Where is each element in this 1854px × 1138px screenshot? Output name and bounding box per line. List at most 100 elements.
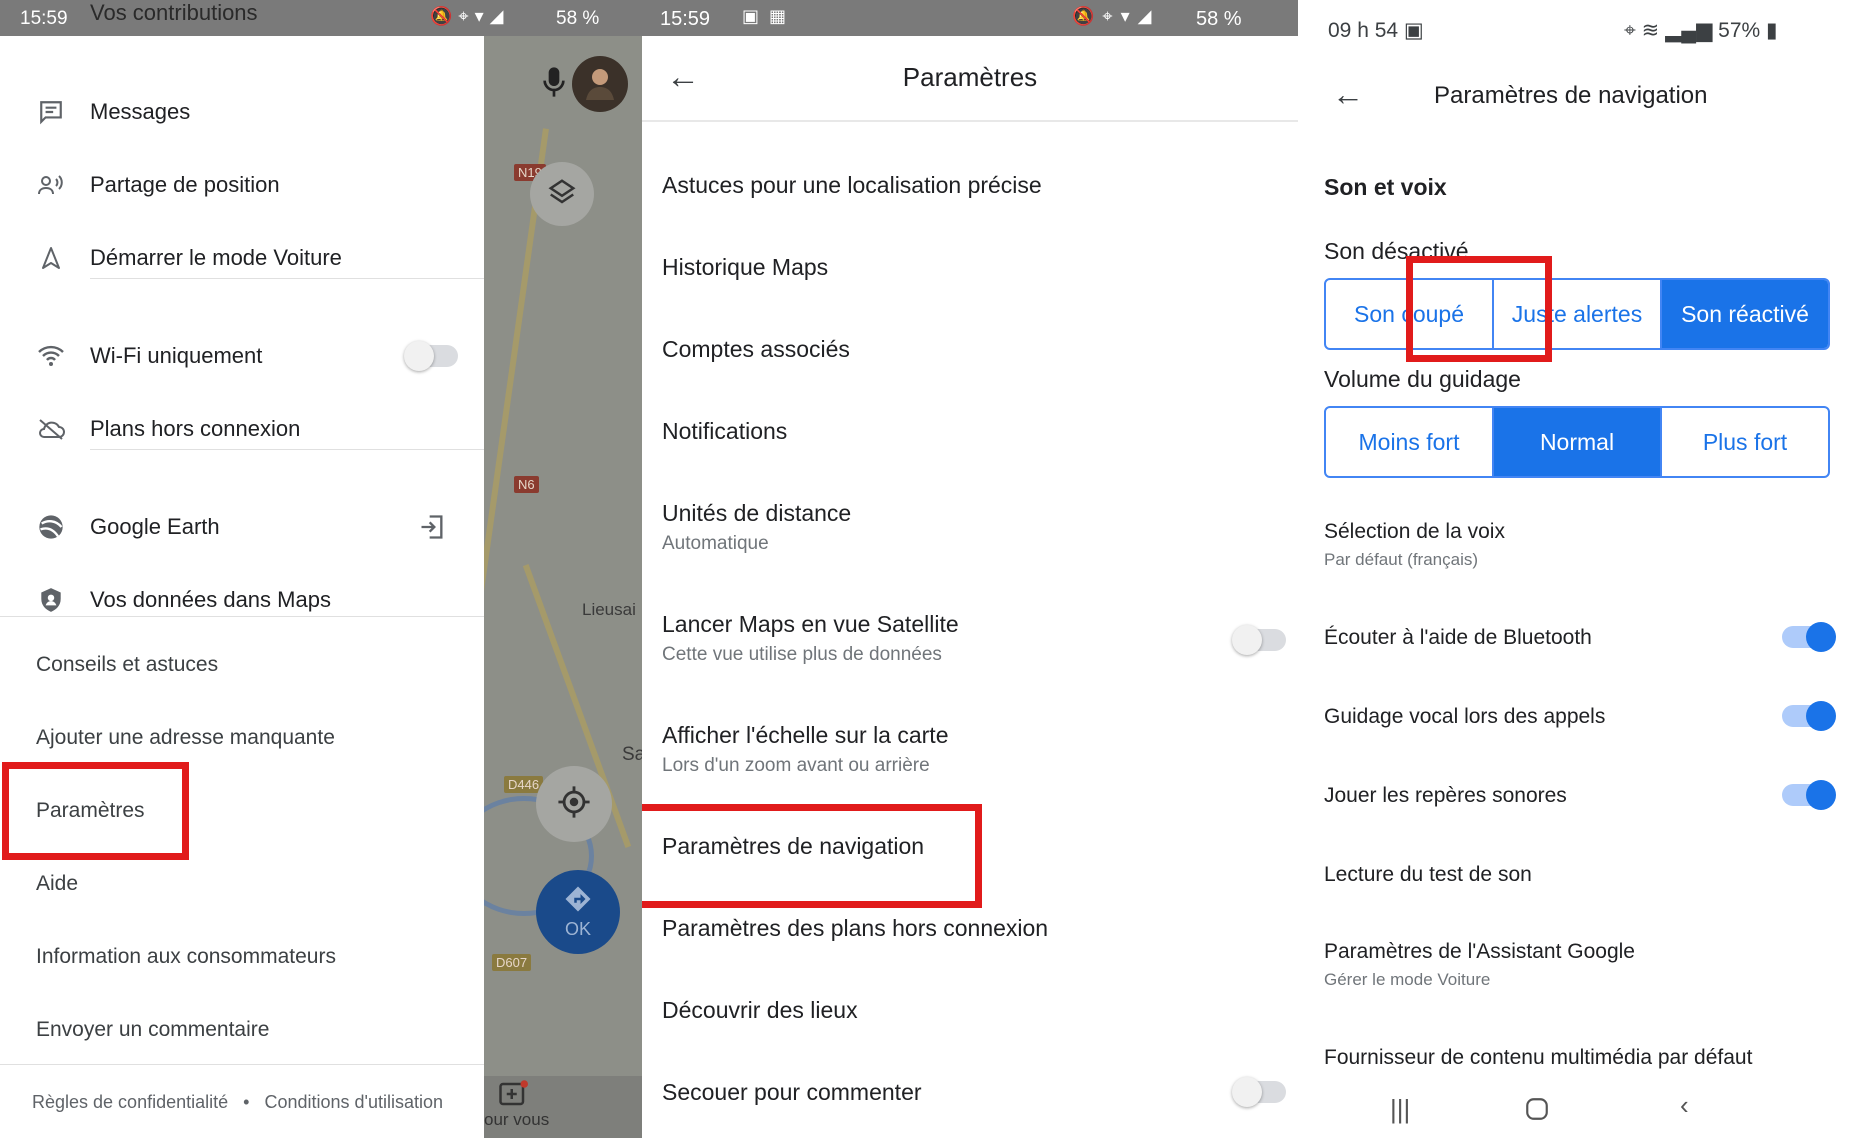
menu-item-help[interactable]: Aide: [36, 872, 78, 896]
setting-google-assistant[interactable]: Paramètres de l'Assistant Google Gérer l…: [1324, 940, 1830, 990]
voice-selection-subtitle: Par défaut (français): [1324, 550, 1479, 569]
shake-feedback-toggle[interactable]: [1232, 1077, 1286, 1107]
setting-sound-test[interactable]: Lecture du test de son: [1324, 863, 1830, 887]
menu-item-label: Démarrer le mode Voiture: [90, 245, 342, 270]
menu-item-offline-maps[interactable]: Plans hors connexion: [0, 399, 484, 459]
audio-cues-toggle[interactable]: [1782, 780, 1836, 810]
status-bar: Vos contributions 15:59 🔕⌖▾◢ 58 %: [0, 0, 642, 36]
settings-item-location-tips[interactable]: Astuces pour une localisation précise: [662, 172, 1282, 199]
side-drawer: Messages Partage de position Démarrer le…: [0, 36, 484, 1138]
road-badge: N6: [514, 476, 539, 493]
terms-link[interactable]: Conditions d'utilisation: [264, 1092, 443, 1112]
settings-item-notifications[interactable]: Notifications: [662, 418, 1282, 445]
setting-default-media-provider[interactable]: Fournisseur de contenu multimédia par dé…: [1324, 1046, 1830, 1070]
page-title: Paramètres de navigation: [1434, 82, 1708, 109]
status-time: 09 h 54 ▣: [1328, 19, 1424, 42]
settings-item-title: Historique Maps: [662, 254, 829, 280]
status-bar: 09 h 54 ▣ ⌖ ≋ ▂▄▆ 57% ▮: [1298, 0, 1854, 56]
menu-item-label: Messages: [90, 99, 191, 124]
menu-item-location-sharing[interactable]: Partage de position: [0, 155, 484, 215]
recent-apps-icon[interactable]: |||: [1390, 1094, 1410, 1125]
settings-item-map-scale[interactable]: Afficher l'échelle sur la carte Lors d'u…: [662, 722, 1282, 777]
open-external-icon: [418, 513, 446, 547]
sound-option-unmuted[interactable]: Son réactivé: [1662, 280, 1828, 348]
settings-item-linked-accounts[interactable]: Comptes associés: [662, 336, 1282, 363]
voice-selection[interactable]: Sélection de la voix Par défaut (françai…: [1324, 520, 1830, 570]
tab-for-you[interactable]: our vous: [484, 1110, 549, 1130]
volume-option-normal[interactable]: Normal: [1494, 408, 1662, 476]
settings-item-subtitle: Automatique: [662, 533, 769, 554]
cell-signal-icon: ◢: [1137, 6, 1160, 26]
drawer-footer: Règles de confidentialité • Conditions d…: [32, 1092, 443, 1113]
settings-item-subtitle: Lors d'un zoom avant ou arrière: [662, 755, 930, 776]
menu-item-label: Vos données dans Maps: [90, 587, 331, 612]
back-arrow-icon[interactable]: ←: [1332, 76, 1364, 113]
menu-item-add-missing-address[interactable]: Ajouter une adresse manquante: [36, 726, 335, 750]
menu-item-label: Google Earth: [90, 514, 220, 539]
guidance-volume-label: Volume du guidage: [1324, 366, 1521, 392]
location-icon: ⌖: [458, 6, 475, 26]
avatar[interactable]: [572, 56, 628, 112]
page-title: Paramètres: [902, 62, 1038, 92]
wifi-icon: [36, 341, 66, 371]
settings-item-distance-units[interactable]: Unités de distance Automatique: [662, 500, 1282, 555]
status-icons: 🔕⌖▾◢: [430, 6, 509, 27]
back-nav-icon[interactable]: ‹: [1680, 1090, 1689, 1121]
setting-label: Écouter à l'aide de Bluetooth: [1324, 626, 1592, 649]
highlight-navigation-settings: [642, 804, 982, 908]
highlight-sound-unmuted: [1406, 256, 1552, 362]
go-button[interactable]: OK: [536, 870, 620, 954]
menu-item-driving-mode[interactable]: Démarrer le mode Voiture: [0, 228, 484, 288]
setting-voice-during-calls[interactable]: Guidage vocal lors des appels: [1324, 701, 1836, 731]
divider: [0, 616, 484, 617]
settings-item-title: Paramètres des plans hors connexion: [662, 915, 1049, 941]
setting-bluetooth-audio[interactable]: Écouter à l'aide de Bluetooth: [1324, 622, 1836, 652]
navigation-arrow-icon: [36, 243, 66, 273]
avatar-icon: [580, 62, 620, 107]
settings-item-shake-feedback[interactable]: Secouer pour commenter: [662, 1077, 1286, 1107]
voice-during-calls-toggle[interactable]: [1782, 701, 1836, 731]
satellite-view-toggle[interactable]: [1232, 625, 1286, 655]
my-location-button[interactable]: [536, 766, 612, 842]
settings-item-satellite-view[interactable]: Lancer Maps en vue Satellite Cette vue u…: [662, 611, 1286, 666]
status-icons: ⌖ ≋ ▂▄▆ 57% ▮: [1624, 18, 1778, 43]
app-bar: ← Paramètres de navigation: [1298, 70, 1854, 126]
menu-item-your-data[interactable]: Vos données dans Maps: [0, 570, 484, 630]
setting-subtitle: Gérer le mode Voiture: [1324, 970, 1491, 989]
settings-panel: 15:59 ▣▦ 🔕⌖▾◢ 58 % ← Paramètres Astuces …: [642, 0, 1298, 1138]
volume-option-softer[interactable]: Moins fort: [1326, 408, 1494, 476]
footer-separator: •: [243, 1092, 250, 1112]
home-icon[interactable]: [1524, 1096, 1550, 1129]
battery-icon: ▮: [1766, 19, 1778, 42]
bluetooth-audio-toggle[interactable]: [1782, 622, 1836, 652]
status-icons: ▣▦: [742, 6, 796, 27]
map-background: N19 N6 D446 D607 Lieusai Sa OK our vous: [484, 36, 642, 1138]
menu-item-send-feedback[interactable]: Envoyer un commentaire: [36, 1018, 269, 1042]
setting-label: Paramètres de l'Assistant Google: [1324, 940, 1635, 963]
status-icons: 🔕⌖▾◢: [1072, 6, 1159, 27]
volume-option-louder[interactable]: Plus fort: [1662, 408, 1828, 476]
settings-item-offline-maps[interactable]: Paramètres des plans hors connexion: [662, 915, 1282, 942]
go-label: OK: [564, 919, 591, 939]
privacy-link[interactable]: Règles de confidentialité: [32, 1092, 228, 1112]
setting-audio-cues[interactable]: Jouer les repères sonores: [1324, 780, 1836, 810]
settings-item-discover-places[interactable]: Découvrir des lieux: [662, 997, 1282, 1024]
menu-item-google-earth[interactable]: Google Earth: [0, 497, 484, 557]
settings-item-maps-history[interactable]: Historique Maps: [662, 254, 1282, 281]
menu-item-wifi-only[interactable]: Wi-Fi uniquement: [0, 326, 484, 386]
settings-item-title: Afficher l'échelle sur la carte: [662, 722, 949, 748]
mute-icon: 🔕: [1072, 6, 1103, 26]
settings-item-title: Secouer pour commenter: [662, 1079, 922, 1105]
menu-item-tips[interactable]: Conseils et astuces: [36, 653, 218, 677]
menu-item-messages[interactable]: Messages: [0, 82, 484, 142]
status-bar: 15:59 ▣▦ 🔕⌖▾◢ 58 %: [642, 0, 1298, 36]
menu-item-consumer-info[interactable]: Information aux consommateurs: [36, 945, 336, 969]
wifi-only-toggle[interactable]: [404, 341, 458, 371]
settings-item-subtitle: Cette vue utilise plus de données: [662, 644, 942, 665]
bottom-tab-bar: our vous: [484, 1076, 642, 1138]
layers-button[interactable]: [530, 162, 594, 226]
layers-icon: [547, 177, 577, 212]
status-time: 15:59: [660, 8, 711, 30]
add-contribution-icon: [498, 1080, 528, 1113]
setting-label: Lecture du test de son: [1324, 863, 1532, 886]
